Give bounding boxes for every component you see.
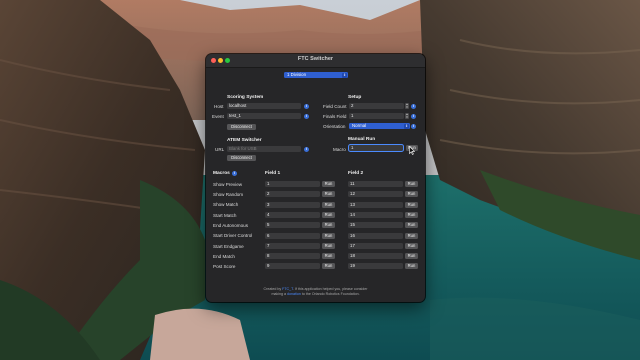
field1-macro-input[interactable]: 9 <box>265 263 320 270</box>
scoring-disconnect-button[interactable]: Disconnect <box>227 124 256 130</box>
field1-macro-input[interactable]: 2 <box>265 191 320 198</box>
field1-macro-input[interactable]: 4 <box>265 211 320 218</box>
field2-run-button[interactable]: Run <box>405 222 418 229</box>
macro-name-label: Start Driver Control <box>213 233 253 239</box>
field1-run-button[interactable]: Run <box>322 201 335 208</box>
footer-donation-link[interactable]: donation <box>287 292 301 296</box>
field1-header: Field 1 <box>265 171 281 176</box>
orientation-label: Orientation <box>323 124 346 129</box>
field-count-input[interactable]: 2 <box>349 103 404 109</box>
footer-author-link[interactable]: FTC_T <box>282 287 293 291</box>
footer-text: to the Orlando Robotics Foundation. <box>300 292 360 296</box>
field1-run-button[interactable]: Run <box>322 211 335 218</box>
mouse-cursor-icon <box>409 146 415 155</box>
macro-label: Macro <box>333 147 346 152</box>
field1-macro-input[interactable]: 5 <box>265 222 320 229</box>
atem-disconnect-button[interactable]: Disconnect <box>227 155 256 161</box>
orientation-select[interactable]: Normal ⇕ <box>349 123 410 129</box>
host-label: Host <box>214 104 224 109</box>
field2-header: Field 2 <box>348 171 364 176</box>
chevron-updown-icon: ⇕ <box>404 123 409 129</box>
footer-text: making a <box>271 292 288 296</box>
host-field[interactable]: localhost <box>227 103 301 109</box>
info-icon[interactable]: i <box>411 103 416 109</box>
field2-run-button[interactable]: Run <box>405 253 418 260</box>
field2-macro-input[interactable]: 12 <box>348 191 403 198</box>
macro-name-label: Post Score <box>213 264 236 270</box>
finals-field-input[interactable]: 1 <box>349 113 404 119</box>
macro-name-label: Show Preview <box>213 181 243 187</box>
chevron-updown-icon: ⇕ <box>342 72 347 78</box>
finals-field-label: Finals Field <box>323 114 347 119</box>
info-icon[interactable]: i <box>304 146 309 152</box>
field2-macro-input[interactable]: 18 <box>348 253 403 260</box>
field1-run-button[interactable]: Run <box>322 263 335 270</box>
footer-credits: Created by FTC_T. If this application he… <box>206 287 425 297</box>
field2-run-button[interactable]: Run <box>405 242 418 249</box>
field1-macro-input[interactable]: 8 <box>265 253 320 260</box>
field1-run-button[interactable]: Run <box>322 222 335 229</box>
atem-switcher-header: ATEM Switcher <box>227 138 262 143</box>
field2-macro-input[interactable]: 13 <box>348 201 403 208</box>
macro-name-label: End Match <box>213 253 235 259</box>
footer-text: . If this application helped you, please… <box>292 287 368 291</box>
macros-header: Macros <box>213 171 230 176</box>
field2-macro-input[interactable]: 17 <box>348 242 403 249</box>
field1-run-button[interactable]: Run <box>322 191 335 198</box>
field2-run-button[interactable]: Run <box>405 191 418 198</box>
footer-text: Created by <box>263 287 283 291</box>
info-icon[interactable]: i <box>411 113 416 119</box>
event-field[interactable]: test_1 <box>227 113 301 119</box>
field2-run-button[interactable]: Run <box>405 263 418 270</box>
field1-macro-input[interactable]: 6 <box>265 232 320 239</box>
field2-run-button[interactable]: Run <box>405 201 418 208</box>
event-label: Event <box>212 114 224 119</box>
macro-name-label: Start Match <box>213 212 237 218</box>
division-select-value: 1 Division <box>287 72 307 77</box>
field1-run-button[interactable]: Run <box>322 232 335 239</box>
info-icon[interactable]: i <box>304 113 309 119</box>
url-field[interactable]: Blank for USB <box>227 146 301 152</box>
field1-run-button[interactable]: Run <box>322 253 335 260</box>
field1-macro-input[interactable]: 3 <box>265 201 320 208</box>
title-bar[interactable]: FTC Switcher <box>206 54 425 68</box>
field2-macro-input[interactable]: 14 <box>348 211 403 218</box>
field1-run-button[interactable]: Run <box>322 242 335 249</box>
macro-name-label: Start Endgame <box>213 243 244 249</box>
field2-macro-input[interactable]: 16 <box>348 232 403 239</box>
macro-name-label: End Autonomous <box>213 222 248 228</box>
url-label: URL <box>215 147 225 152</box>
field1-macro-input[interactable]: 7 <box>265 242 320 249</box>
macro-name-label: Show Random <box>213 192 244 197</box>
field2-run-button[interactable]: Run <box>405 211 418 218</box>
field2-run-button[interactable]: Run <box>405 181 418 187</box>
field2-macro-input[interactable]: 15 <box>348 222 403 229</box>
field-count-label: Field Count <box>323 104 347 109</box>
app-window: FTC Switcher 1 Division ⇕ Scoring System… <box>206 54 425 302</box>
orientation-select-value: Normal <box>352 123 367 128</box>
field2-macro-input[interactable]: 11 <box>348 181 403 187</box>
macro-name-label: Show Match <box>213 202 239 208</box>
field2-run-button[interactable]: Run <box>405 232 418 239</box>
info-icon[interactable]: i <box>411 123 416 129</box>
info-icon[interactable]: i <box>232 170 237 176</box>
info-icon[interactable]: i <box>304 103 309 109</box>
field1-run-button[interactable]: Run <box>322 181 335 187</box>
field2-macro-input[interactable]: 19 <box>348 263 403 270</box>
manual-macro-field[interactable]: 1 <box>349 145 403 151</box>
field-count-stepper[interactable]: ▴ ▾ <box>405 103 409 109</box>
finals-field-stepper[interactable]: ▴ ▾ <box>405 113 409 119</box>
window-title: FTC Switcher <box>297 56 334 62</box>
scoring-system-header: Scoring System <box>227 95 264 100</box>
setup-header: Setup <box>348 95 362 100</box>
division-select[interactable]: 1 Division ⇕ <box>284 72 348 78</box>
manual-run-header: Manual Run <box>348 137 376 142</box>
field1-macro-input[interactable]: 1 <box>265 181 320 187</box>
